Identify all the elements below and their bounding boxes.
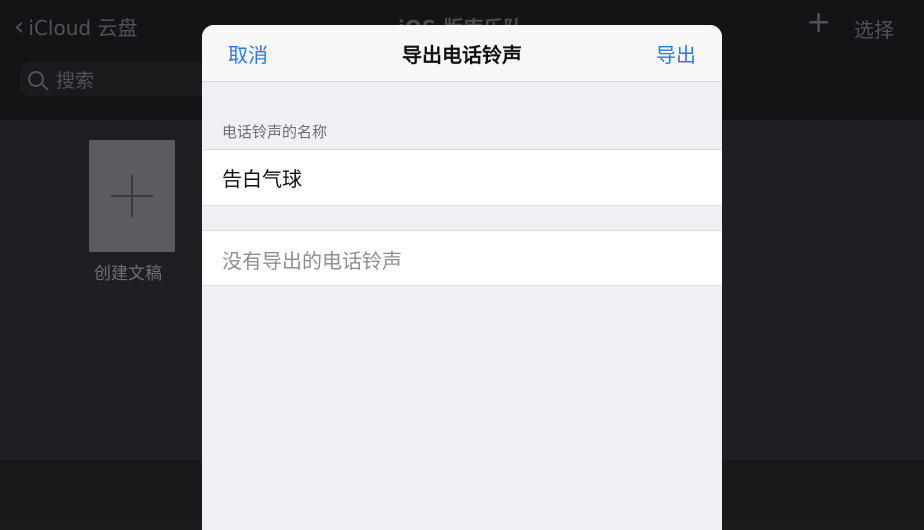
add-icon[interactable]: + xyxy=(806,8,831,38)
plus-icon-vertical xyxy=(131,175,133,217)
sheet-nav-bar: 取消 导出电话铃声 导出 xyxy=(202,25,722,82)
sheet-title: 导出电话铃声 xyxy=(402,43,522,67)
select-button[interactable]: 选择 xyxy=(854,14,894,43)
search-field[interactable]: 搜索 xyxy=(20,62,210,96)
section-header-ringtone-name: 电话铃声的名称 xyxy=(222,123,328,141)
back-button[interactable]: ‹ iCloud 云盘 xyxy=(14,12,137,41)
ringtone-name-row xyxy=(202,149,722,206)
no-exported-ringtones-text: 没有导出的电话铃声 xyxy=(222,249,402,273)
create-document-label: 创建文稿 xyxy=(94,264,162,284)
search-icon xyxy=(28,71,44,87)
create-document-tile[interactable] xyxy=(89,140,175,252)
search-placeholder: 搜索 xyxy=(56,69,95,92)
ringtone-name-input[interactable] xyxy=(222,150,702,205)
exported-ringtones-row: 没有导出的电话铃声 xyxy=(202,230,722,286)
export-button[interactable]: 导出 xyxy=(656,39,696,68)
chevron-left-icon: ‹ xyxy=(14,11,25,42)
back-label: iCloud 云盘 xyxy=(28,16,138,40)
export-ringtone-sheet: 取消 导出电话铃声 导出 电话铃声的名称 没有导出的电话铃声 xyxy=(202,25,722,530)
